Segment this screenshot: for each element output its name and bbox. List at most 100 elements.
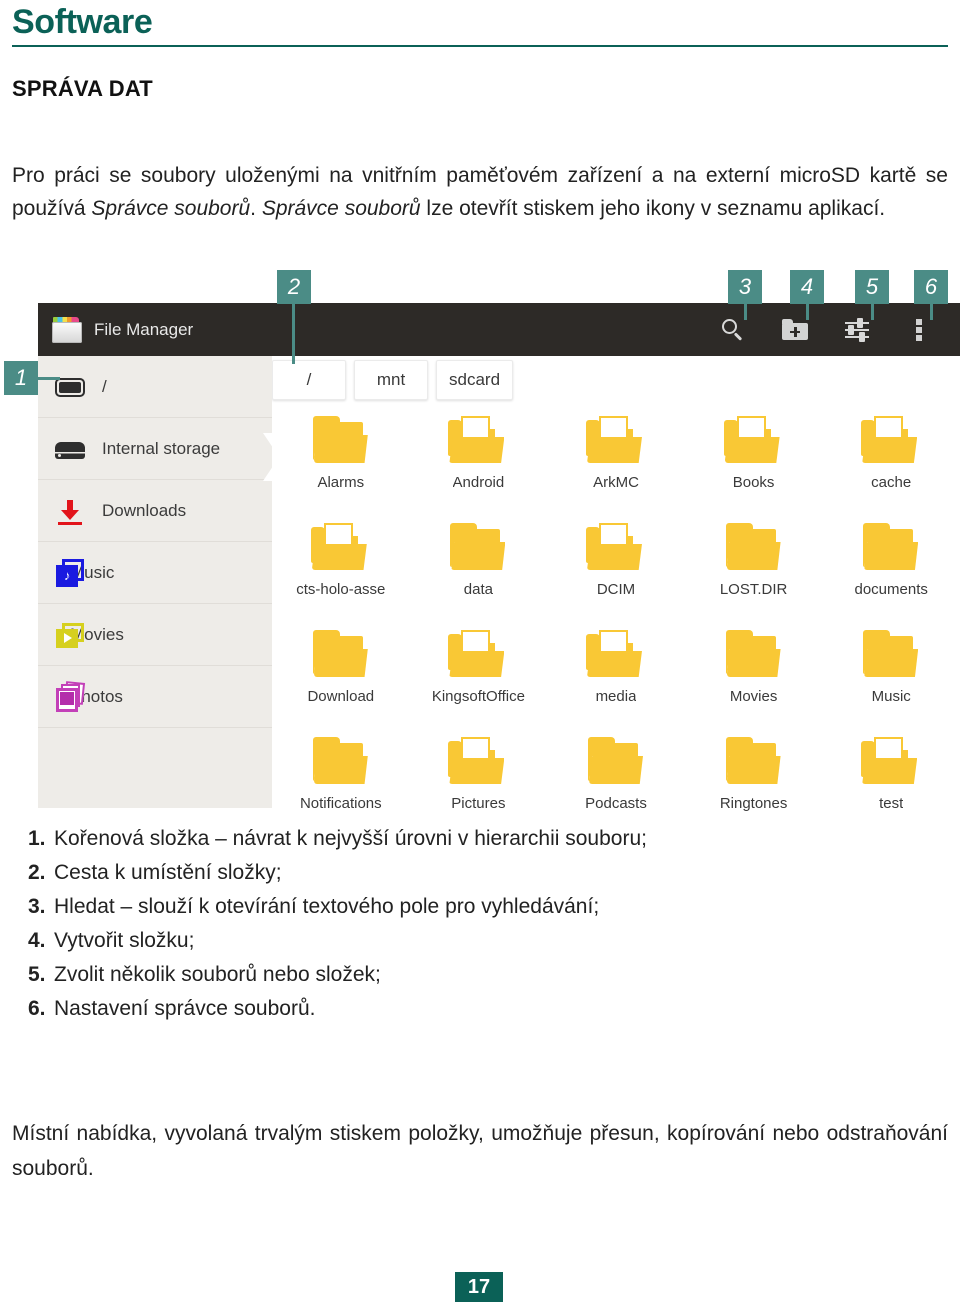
sidebar-item-downloads[interactable]: Downloads: [38, 480, 272, 542]
section-heading: SPRÁVA DAT: [12, 76, 153, 101]
file-label: Books: [732, 474, 775, 491]
callout-badge-4: 4: [790, 270, 824, 304]
file-label: documents: [854, 581, 928, 598]
file-item[interactable]: test: [822, 733, 960, 834]
legend-list: 1. Kořenová složka – návrat k nejvyšší ú…: [28, 822, 948, 1026]
music-stack-icon: ♪: [54, 557, 86, 589]
folder-with-document-icon: [448, 416, 508, 468]
file-label: Movies: [729, 688, 778, 705]
file-item[interactable]: data: [410, 519, 548, 620]
file-item[interactable]: Alarms: [272, 412, 410, 513]
file-item[interactable]: Music: [822, 626, 960, 727]
movies-stack-icon: [54, 619, 86, 651]
outro-paragraph: Místní nabídka, vyvolaná trvalým stiskem…: [12, 1122, 948, 1180]
sidebar-item-label: Internal storage: [102, 439, 221, 458]
legend-text: Hledat – slouží k otevírání textového po…: [54, 895, 600, 918]
sidebar-item-root[interactable]: /: [38, 356, 272, 418]
breadcrumb-item-root[interactable]: /: [272, 360, 346, 400]
legend-number: 2.: [28, 861, 46, 884]
breadcrumb-item-sdcard[interactable]: sdcard: [436, 360, 514, 400]
intro-italic-1: Správce souborů: [91, 197, 251, 220]
select-multiple-button[interactable]: [826, 303, 888, 356]
file-item[interactable]: documents: [822, 519, 960, 620]
file-label: cache: [871, 474, 912, 491]
file-item[interactable]: Movies: [685, 626, 823, 727]
file-item[interactable]: Podcasts: [547, 733, 685, 834]
overflow-menu-icon: [916, 318, 922, 341]
file-label: Podcasts: [585, 795, 647, 812]
legend-number: 5.: [28, 963, 46, 986]
file-item[interactable]: Android: [410, 412, 548, 513]
folder-with-document-icon: [585, 416, 646, 468]
file-item[interactable]: DCIM: [547, 519, 685, 620]
sidebar-item-movies[interactable]: Movies: [38, 604, 272, 666]
file-item[interactable]: LOST.DIR: [685, 519, 823, 620]
intro-italic-2: Správce souborů: [261, 197, 421, 220]
file-label: cts-holo-asse: [296, 581, 386, 598]
page-number: 17: [455, 1272, 503, 1302]
folder-icon: [724, 737, 784, 789]
callout-badge-2: 2: [277, 270, 311, 304]
sidebar-item-music[interactable]: ♪ Music: [38, 542, 272, 604]
file-item[interactable]: cache: [822, 412, 960, 513]
folder-icon: [311, 737, 371, 789]
file-manager-folder-icon: [52, 316, 82, 343]
file-item[interactable]: Books: [685, 412, 823, 513]
file-manager-screenshot: File Manager / Internal storage Download…: [38, 303, 960, 812]
file-item[interactable]: media: [547, 626, 685, 727]
file-item[interactable]: Download: [272, 626, 410, 727]
callout-leader-6: [930, 304, 933, 320]
breadcrumb-item-mnt[interactable]: mnt: [354, 360, 428, 400]
file-label: Music: [871, 688, 911, 705]
file-label: test: [879, 795, 904, 812]
folder-with-document-icon: [310, 523, 371, 575]
file-item[interactable]: Notifications: [272, 733, 410, 834]
file-label: media: [595, 688, 637, 705]
file-label: Alarms: [317, 474, 365, 491]
page-title: Software: [12, 3, 153, 41]
sidebar-item-photos[interactable]: Photos: [38, 666, 272, 728]
file-item[interactable]: KingsoftOffice: [410, 626, 548, 727]
sliders-icon: [845, 318, 869, 342]
file-item[interactable]: ArkMC: [547, 412, 685, 513]
folder-icon: [861, 523, 921, 575]
file-item[interactable]: cts-holo-asse: [272, 519, 410, 620]
file-label: DCIM: [596, 581, 636, 598]
legend-number: 1.: [28, 827, 46, 850]
file-item[interactable]: Pictures: [410, 733, 548, 834]
legend-text: Zvolit několik souborů nebo složek;: [54, 963, 381, 986]
intro-paragraph: Pro práci se soubory uloženými na vnitřn…: [12, 159, 948, 225]
folder-icon: [586, 737, 646, 789]
navigation-drawer: / Internal storage Downloads ♪ Music Mov…: [38, 356, 272, 808]
legend-number: 6.: [28, 997, 46, 1020]
folder-with-document-icon: [448, 737, 508, 789]
callout-badge-3: 3: [728, 270, 762, 304]
callout-leader-3: [744, 304, 747, 320]
folder-icon: [311, 630, 371, 682]
legend-text: Vytvořit složku;: [54, 929, 195, 952]
file-item[interactable]: Ringtones: [685, 733, 823, 834]
settings-overflow-button[interactable]: [888, 303, 950, 356]
file-label: Pictures: [451, 795, 506, 812]
toolbar-actions: [702, 303, 960, 356]
create-folder-button[interactable]: [764, 303, 826, 356]
folder-icon: [724, 630, 784, 682]
title-divider: [12, 45, 948, 47]
callout-leader-4: [806, 304, 809, 320]
search-icon: [722, 318, 744, 341]
legend-number: 3.: [28, 895, 46, 918]
file-label: KingsoftOffice: [431, 688, 525, 705]
download-arrow-icon: [54, 495, 86, 527]
search-button[interactable]: [702, 303, 764, 356]
file-label: Notifications: [299, 795, 382, 812]
folder-with-document-icon: [585, 630, 646, 682]
sidebar-item-label: /: [102, 377, 107, 396]
sidebar-item-internal-storage[interactable]: Internal storage: [38, 418, 272, 480]
intro-text-3: lze otevřít stiskem jeho ikony v seznamu…: [420, 197, 886, 220]
folder-icon: [311, 416, 371, 468]
sidebar-item-label: Downloads: [102, 501, 187, 520]
folder-icon: [724, 523, 784, 575]
file-label: ArkMC: [593, 474, 639, 491]
root-device-icon: [54, 371, 86, 403]
folder-icon: [861, 630, 921, 682]
